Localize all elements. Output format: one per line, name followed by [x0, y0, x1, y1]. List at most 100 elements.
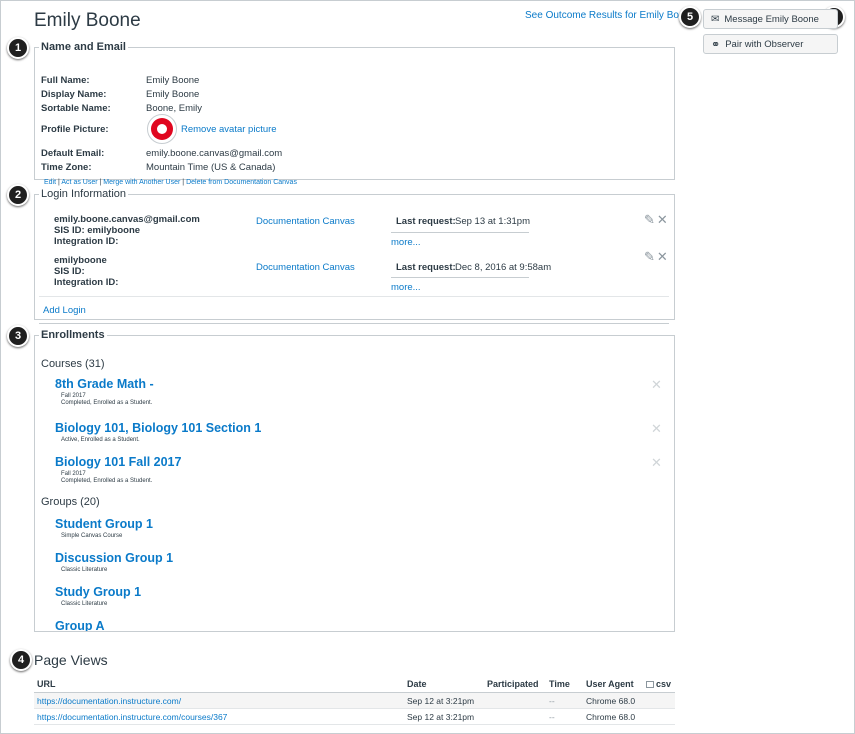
field-label: Time Zone: [41, 162, 92, 173]
canvas-logo-icon [151, 118, 173, 140]
divider [391, 277, 529, 278]
field-label: Sortable Name: [41, 103, 111, 114]
course-link[interactable]: Biology 101, Biology 101 Section 1 [55, 421, 261, 435]
csv-icon [646, 681, 654, 688]
x-icon[interactable]: ✕ [651, 377, 662, 393]
envelope-icon: ✉ [711, 13, 720, 25]
name-email-legend: Name and Email [41, 41, 126, 53]
course-status: Completed, Enrolled as a Student. [61, 400, 153, 406]
field-value: Emily Boone [146, 89, 200, 100]
pencil-icon[interactable]: ✎ [644, 212, 657, 227]
group-context: Classic Literature [61, 601, 108, 607]
pair-observer-button[interactable]: ⚭ Pair with Observer [703, 34, 838, 54]
divider [391, 232, 529, 233]
x-icon[interactable]: ✕ [651, 421, 662, 437]
login-info-legend: Login Information [41, 188, 126, 200]
login-account-link[interactable]: Documentation Canvas [256, 262, 355, 273]
message-button-label: Message Emily Boone [724, 13, 819, 25]
edit-user-link[interactable]: Edit [44, 179, 56, 186]
column-header: URL [34, 676, 404, 693]
course-link[interactable]: 8th Grade Math - [55, 377, 154, 391]
login-id: emilyboone [54, 255, 107, 266]
enrollments-legend: Enrollments [41, 329, 105, 341]
divider [39, 323, 669, 324]
page-views-title: Page Views [34, 652, 108, 668]
add-login-link[interactable]: Add Login [43, 305, 86, 316]
message-user-button[interactable]: ✉ Message Emily Boone [703, 9, 838, 29]
page-view-participated [484, 708, 546, 725]
field-value: Mountain Time (US & Canada) [146, 162, 276, 173]
table-row: https://documentation.instructure.com/co… [34, 708, 675, 725]
login-info-section: Login Information emily.boone.canvas@gma… [34, 188, 675, 324]
page-view-date: Sep 12 at 3:21pm [404, 708, 484, 725]
merge-user-link[interactable]: Merge with Another User [103, 179, 180, 186]
callout-badge-4: 4 [10, 649, 32, 671]
act-as-user-link[interactable]: Act as User [61, 179, 97, 186]
table-header-row: URL Date Participated Time User Agent cs… [34, 676, 675, 693]
course-link[interactable]: Biology 101 Fall 2017 [55, 455, 181, 469]
login-integration-id: Integration ID: [54, 236, 119, 247]
pair-button-label: Pair with Observer [725, 38, 804, 50]
field-label: Profile Picture: [41, 124, 109, 135]
avatar[interactable] [147, 114, 177, 144]
divider [39, 296, 669, 297]
last-request-value: Dec 8, 2016 at 9:58am [455, 262, 552, 273]
last-request-value: Sep 13 at 1:31pm [455, 216, 530, 227]
column-header: Time [546, 676, 583, 693]
courses-heading: Courses (31) [41, 358, 105, 370]
page-title: Emily Boone [34, 10, 141, 31]
page-view-url[interactable]: https://documentation.instructure.com/ [37, 696, 181, 706]
page-view-date: Sep 12 at 3:21pm [404, 692, 484, 709]
login-account-link[interactable]: Documentation Canvas [256, 216, 355, 227]
login-more-link[interactable]: more... [391, 237, 421, 248]
delete-user-link[interactable]: Delete from Documentation Canvas [186, 179, 297, 186]
group-context: Classic Literature [61, 567, 108, 573]
column-header: User Agent [583, 676, 643, 693]
group-link[interactable]: Student Group 1 [55, 517, 153, 531]
page-view-participated [484, 692, 546, 709]
course-status: Active, Enrolled as a Student. [61, 437, 140, 443]
user-pair-icon: ⚭ [711, 38, 721, 51]
login-more-link[interactable]: more... [391, 282, 421, 293]
page-views-table: URL Date Participated Time User Agent cs… [34, 676, 675, 725]
page-view-time: -- [546, 708, 583, 725]
outcome-results-link[interactable]: See Outcome Results for Emily Boone [525, 10, 696, 21]
field-value: Emily Boone [146, 75, 200, 86]
page-view-url[interactable]: https://documentation.instructure.com/co… [37, 712, 227, 722]
x-icon[interactable]: ✕ [657, 249, 670, 264]
enrollments-section: Enrollments Courses (31) 8th Grade Math … [34, 329, 675, 632]
name-email-section: Name and Email Full Name: Emily Boone Di… [34, 41, 675, 186]
callout-badge-1: 1 [7, 37, 29, 59]
x-icon[interactable]: ✕ [657, 212, 670, 227]
last-request-label: Last request: [396, 216, 456, 227]
course-status: Completed, Enrolled as a Student. [61, 478, 153, 484]
group-context: Simple Canvas Course [61, 533, 123, 539]
remove-avatar-link[interactable]: Remove avatar picture [181, 124, 277, 135]
page-view-agent: Chrome 68.0 [583, 692, 643, 709]
group-link[interactable]: Study Group 1 [55, 585, 141, 599]
page-view-agent: Chrome 68.0 [583, 708, 643, 725]
field-value: emily.boone.canvas@gmail.com [146, 148, 283, 159]
last-request-label: Last request: [396, 262, 456, 273]
field-value: Boone, Emily [146, 103, 202, 114]
callout-badge-5: 5 [679, 6, 701, 28]
group-link[interactable]: Group A [55, 619, 105, 631]
x-icon[interactable]: ✕ [651, 455, 662, 471]
field-label: Display Name: [41, 89, 107, 100]
field-label: Full Name: [41, 75, 90, 86]
pencil-icon[interactable]: ✎ [644, 249, 657, 264]
login-sis-id: SIS ID: emilyboone [54, 225, 141, 236]
groups-heading: Groups (20) [41, 496, 100, 508]
login-id: emily.boone.canvas@gmail.com [54, 214, 200, 225]
callout-badge-3: 3 [7, 325, 29, 347]
login-integration-id: Integration ID: [54, 277, 119, 288]
field-label: Default Email: [41, 148, 105, 159]
user-actions: Edit | Act as User | Merge with Another … [44, 179, 297, 186]
page-view-time: -- [546, 692, 583, 709]
column-header: Date [404, 676, 484, 693]
csv-label: csv [656, 679, 672, 689]
group-link[interactable]: Discussion Group 1 [55, 551, 173, 565]
table-row: https://documentation.instructure.com/ S… [34, 692, 675, 709]
login-sis-id: SIS ID: [54, 266, 85, 277]
csv-download[interactable]: csv [643, 676, 675, 693]
